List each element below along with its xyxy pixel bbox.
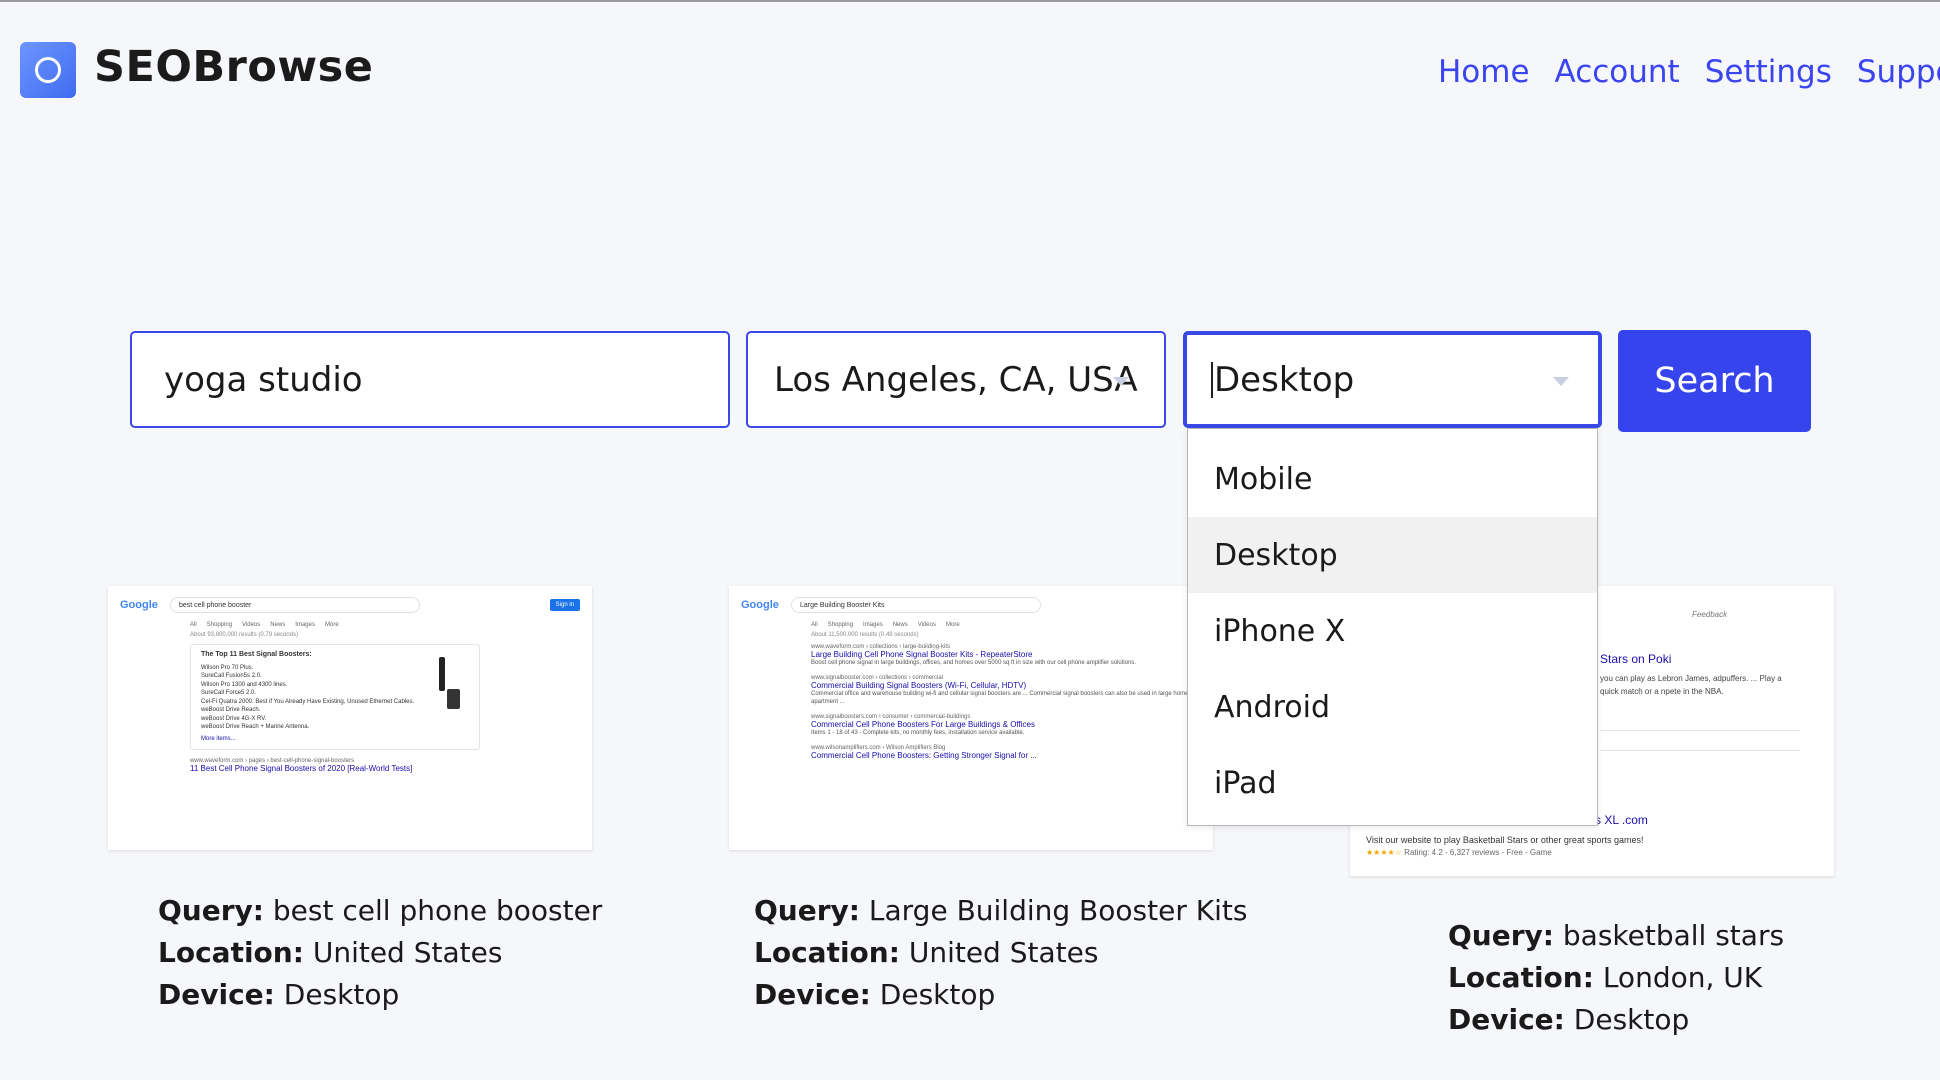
caption-value: Large Building Booster Kits [868, 894, 1248, 927]
snippet-item: Wilson Pro 70 Plus. [201, 664, 254, 671]
featured-snippet: The Top 11 Best Signal Boosters: Wilson … [190, 644, 480, 750]
top-border [0, 0, 1940, 2]
caption-location: Location: United States [158, 932, 602, 974]
caption-label: Location: [158, 936, 304, 969]
caption-value: United States [908, 936, 1099, 969]
snippet-more: More items... [201, 735, 236, 742]
nav-account[interactable]: Account [1555, 54, 1680, 90]
snippet-item: Wilson Pro 1300 and 4300 lines. [201, 681, 288, 688]
result-title: 11 Best Cell Phone Signal Boosters of 20… [190, 764, 413, 773]
query-input-value: yoga studio [164, 359, 363, 400]
device-dropdown-menu: Mobile Desktop iPhone X Android iPad [1187, 428, 1598, 826]
caption-label: Device: [754, 978, 871, 1011]
caption-query: Query: Large Building Booster Kits [754, 890, 1247, 932]
text-cursor [1211, 361, 1213, 398]
result-title: Commercial Building Signal Boosters (Wi-… [811, 681, 1027, 690]
result-desc: Commercial office and warehouse building… [811, 691, 1194, 705]
signal-booster-image [439, 657, 460, 709]
snippet-item: weBoost Drive Reach + Marine Antenna. [201, 724, 310, 730]
caption-label: Location: [1448, 961, 1594, 994]
result-caption-3: Query: basketball stars Location: London… [1448, 915, 1784, 1041]
result-caption-2: Query: Large Building Booster Kits Locat… [754, 890, 1247, 1016]
chevron-down-icon [1113, 377, 1129, 386]
caption-device: Device: Desktop [1448, 999, 1784, 1041]
caption-query: Query: basketball stars [1448, 915, 1784, 957]
caption-location: Location: London, UK [1448, 957, 1784, 999]
device-select[interactable]: Desktop [1183, 331, 1602, 428]
divider [1600, 750, 1800, 751]
chevron-down-icon [1553, 377, 1569, 386]
caption-label: Device: [158, 978, 275, 1011]
snippet-title: The Top 11 Best Signal Boosters: [201, 651, 312, 658]
star-rating-icon: ★★★★☆ [1366, 848, 1402, 857]
caption-device: Device: Desktop [158, 974, 602, 1016]
nav-support[interactable]: Support [1857, 54, 1940, 90]
nav-settings[interactable]: Settings [1705, 54, 1832, 90]
google-logo: Google [120, 599, 158, 611]
preview-tabs: All Shopping Images News Videos More [811, 622, 960, 628]
top-nav: Home Account Settings Support [1438, 54, 1940, 90]
caption-value: best cell phone booster [272, 894, 603, 927]
device-option-desktop[interactable]: Desktop [1188, 517, 1597, 593]
caption-value: Desktop [1573, 1003, 1690, 1036]
snippet-item: SureCall Force5 2.0. [201, 690, 257, 696]
device-select-value: Desktop [1214, 359, 1355, 400]
app-title: SEOBrowse [94, 42, 374, 92]
snippet-item: SureCall Fusion5s 2.0. [201, 673, 262, 679]
preview-search-box: Large Building Booster Kits [791, 597, 1041, 613]
logo-ring-icon [35, 57, 61, 83]
device-option-iphone-x[interactable]: iPhone X [1188, 593, 1597, 669]
preview-search-box: best cell phone booster [170, 597, 420, 613]
caption-label: Query: [754, 894, 860, 927]
caption-value: Desktop [283, 978, 400, 1011]
caption-location: Location: United States [754, 932, 1247, 974]
result-title: Commercial Cell Phone Boosters: Getting … [811, 751, 1037, 760]
device-option-mobile[interactable]: Mobile [1188, 441, 1597, 517]
caption-value: United States [312, 936, 503, 969]
result-thumbnail-2[interactable]: Google Large Building Booster Kits All Sh… [729, 586, 1213, 850]
caption-device: Device: Desktop [754, 974, 1247, 1016]
device-option-android[interactable]: Android [1188, 669, 1597, 745]
result-title: s XL .com [1595, 813, 1648, 827]
caption-query: Query: best cell phone booster [158, 890, 602, 932]
serp-preview: Google Large Building Booster Kits All Sh… [729, 586, 1213, 850]
caption-value: London, UK [1602, 961, 1763, 994]
caption-value: Desktop [879, 978, 996, 1011]
result-title: Stars on Poki [1600, 652, 1672, 666]
serp-preview: Google best cell phone booster Sign in A… [108, 586, 592, 850]
result-rating: ★★★★☆ Rating: 4.2 - 6,327 reviews - Free… [1366, 848, 1552, 857]
caption-label: Query: [158, 894, 264, 927]
result-thumbnail-1[interactable]: Google best cell phone booster Sign in A… [108, 586, 592, 850]
divider [1600, 730, 1800, 731]
preview-signin: Sign in [549, 599, 580, 611]
snippet-item: weBoost Drive 4G-X RV. [201, 715, 267, 722]
google-logo: Google [741, 599, 779, 611]
result-desc: Visit our website to play Basketball Sta… [1366, 835, 1644, 845]
result-title: Commercial Cell Phone Boosters For Large… [811, 720, 1035, 729]
caption-label: Query: [1448, 919, 1554, 952]
search-button[interactable]: Search [1618, 330, 1811, 432]
result-desc: Items 1 - 18 of 43 - Complete kits, no m… [811, 730, 1025, 736]
caption-label: Device: [1448, 1003, 1565, 1036]
snippet-item: Cel-Fi Quatra 2000. Best if You Already … [201, 698, 415, 705]
preview-results-count: About 11,500,000 results (0.49 seconds) [811, 632, 919, 638]
caption-label: Location: [754, 936, 900, 969]
preview-feedback: Feedback [1692, 610, 1728, 619]
location-select[interactable]: Los Angeles, CA, USA [746, 331, 1166, 428]
preview-results-count: About 93,800,000 results (0.79 seconds) [190, 632, 299, 638]
result-title: Large Building Cell Phone Signal Booster… [811, 650, 1033, 659]
preview-tabs: All Shopping Videos News Images More [190, 622, 339, 628]
location-select-value: Los Angeles, CA, USA [774, 359, 1138, 400]
rating-text: Rating: 4.2 - 6,327 reviews - Free - Gam… [1404, 848, 1552, 857]
result-desc: Boost cell phone signal in large buildin… [811, 660, 1137, 666]
caption-value: basketball stars [1562, 919, 1785, 952]
result-desc: you can play as Lebron James, adpuffers.… [1600, 674, 1782, 696]
app-logo-icon[interactable] [20, 42, 76, 98]
nav-home[interactable]: Home [1438, 54, 1530, 90]
result-caption-1: Query: best cell phone booster Location:… [158, 890, 602, 1016]
query-input[interactable]: yoga studio [130, 331, 730, 428]
device-option-ipad[interactable]: iPad [1188, 745, 1597, 821]
snippet-item: weBoost Drive Reach. [201, 707, 261, 713]
